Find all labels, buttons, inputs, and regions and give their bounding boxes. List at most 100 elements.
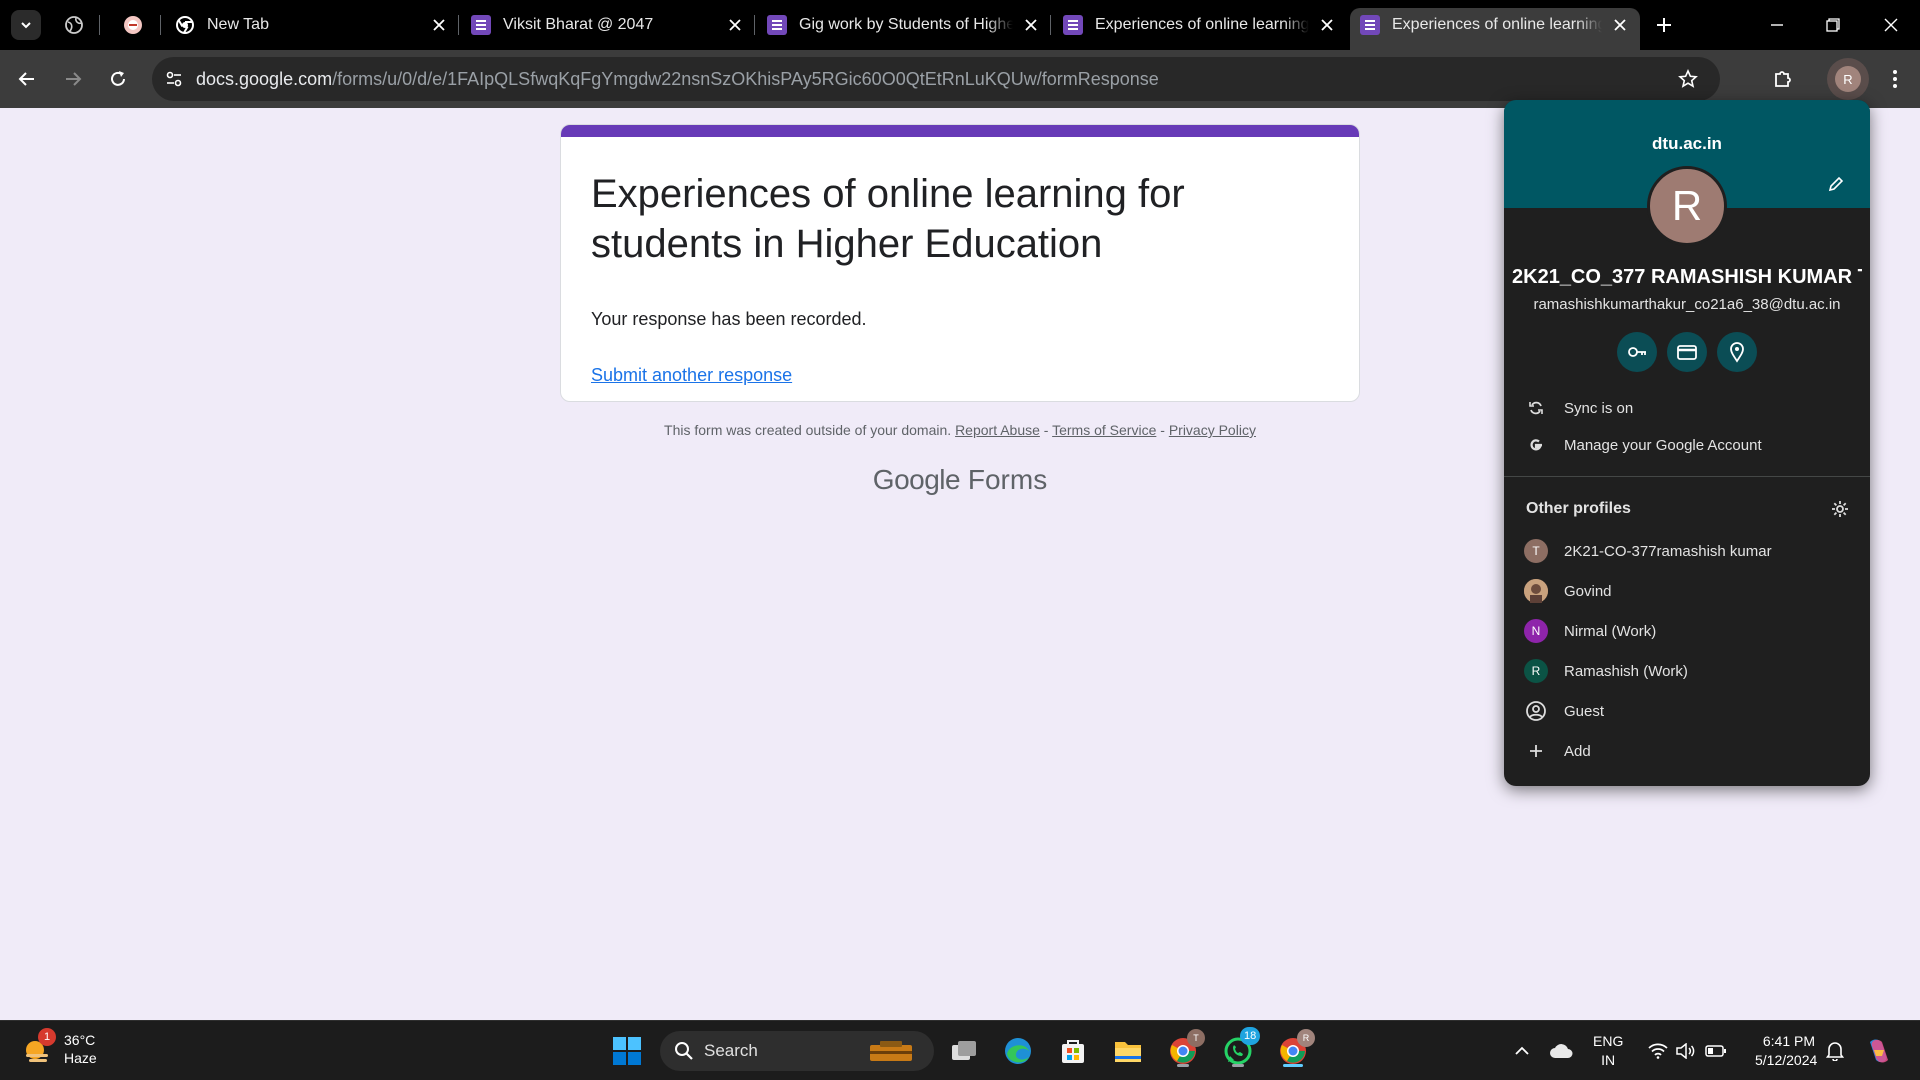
- bookmark-star-icon[interactable]: [1676, 67, 1700, 91]
- tab-gig-work[interactable]: Gig work by Students of Higher: [767, 8, 1041, 42]
- addresses-button[interactable]: [1717, 332, 1757, 372]
- tab-strip: New Tab Viksit Bharat @ 2047 Gig work by…: [0, 0, 1920, 50]
- google-forms-logo[interactable]: Google Forms: [560, 464, 1360, 496]
- guest-profile-item[interactable]: Guest: [1504, 693, 1870, 729]
- edge-icon: [1005, 1038, 1031, 1064]
- url-text[interactable]: docs.google.com/forms/u/0/d/e/1FAIpQLSfw…: [196, 69, 1159, 90]
- windows-logo-icon: [613, 1037, 641, 1065]
- profile-item[interactable]: N Nirmal (Work): [1504, 613, 1870, 649]
- plus-icon: [1657, 18, 1671, 32]
- close-icon[interactable]: [1021, 15, 1041, 35]
- close-icon[interactable]: [1317, 15, 1337, 35]
- add-profile-item[interactable]: Add: [1504, 733, 1870, 769]
- battery-button[interactable]: [1696, 1031, 1736, 1071]
- chrome-icon: [175, 15, 195, 35]
- weather-badge: 1: [38, 1028, 56, 1046]
- payment-methods-button[interactable]: [1667, 332, 1707, 372]
- wifi-icon: [1648, 1043, 1668, 1059]
- chrome-active-button[interactable]: R: [1273, 1029, 1315, 1071]
- profile-label: Nirmal (Work): [1564, 622, 1657, 640]
- tab-search-button[interactable]: [11, 10, 41, 40]
- running-indicator: [1177, 1064, 1189, 1067]
- tab-new-tab[interactable]: New Tab: [175, 8, 449, 42]
- weather-widget[interactable]: 1 36°C Haze: [20, 1028, 97, 1067]
- taskbar-search[interactable]: Search: [660, 1031, 934, 1071]
- globe-icon: [65, 16, 83, 34]
- credit-card-icon: [1677, 345, 1697, 360]
- sync-icon: [1526, 398, 1546, 418]
- profile-label: 2K21-CO-377ramashish kumar: [1564, 542, 1772, 560]
- new-tab-button[interactable]: [1651, 12, 1677, 38]
- task-view-button[interactable]: [944, 1031, 984, 1071]
- tab-experiences-1[interactable]: Experiences of online learning f: [1063, 8, 1337, 42]
- minimize-button[interactable]: [1764, 12, 1790, 38]
- profile-button[interactable]: R: [1827, 58, 1869, 100]
- clock-date: 5/12/2024: [1755, 1052, 1818, 1068]
- profile-item[interactable]: Govind: [1504, 573, 1870, 609]
- copilot-button[interactable]: [1859, 1031, 1899, 1071]
- avatar: R: [1297, 1029, 1315, 1047]
- whatsapp-badge: 18: [1240, 1027, 1261, 1045]
- start-button[interactable]: [607, 1031, 647, 1071]
- address-bar[interactable]: docs.google.com/forms/u/0/d/e/1FAIpQLSfw…: [152, 57, 1720, 101]
- running-indicator: [1232, 1064, 1244, 1067]
- google-wordmark: Google: [872, 464, 961, 495]
- tab-experiences-active[interactable]: Experiences of online learning f: [1350, 8, 1640, 50]
- forward-button[interactable]: [58, 64, 88, 94]
- edit-profile-button[interactable]: [1824, 172, 1848, 196]
- terms-of-service-link[interactable]: Terms of Service: [1052, 422, 1156, 438]
- sync-status-item[interactable]: Sync is on: [1504, 390, 1870, 426]
- input-language-indicator[interactable]: ENG IN: [1593, 1032, 1623, 1070]
- pinned-tab-globe[interactable]: [62, 13, 86, 37]
- profile-item[interactable]: T 2K21-CO-377ramashish kumar: [1504, 533, 1870, 569]
- clock[interactable]: 6:41 PM 5/12/2024: [1755, 1032, 1818, 1070]
- reload-button[interactable]: [103, 64, 133, 94]
- submit-another-response-link[interactable]: Submit another response: [591, 365, 792, 386]
- folder-icon: [1115, 1042, 1141, 1062]
- chrome-profile-t-button[interactable]: T: [1163, 1029, 1205, 1071]
- restore-button[interactable]: [1820, 12, 1846, 38]
- battery-icon: [1705, 1045, 1726, 1057]
- close-window-button[interactable]: [1878, 12, 1904, 38]
- notifications-button[interactable]: [1815, 1031, 1855, 1071]
- form-confirmation-card: Experiences of online learning for stude…: [560, 124, 1360, 402]
- pencil-icon: [1828, 176, 1844, 192]
- back-button[interactable]: [12, 64, 42, 94]
- site-info-icon[interactable]: [162, 67, 186, 91]
- extensions-button[interactable]: [1768, 64, 1798, 94]
- close-icon[interactable]: [429, 15, 449, 35]
- report-abuse-link[interactable]: Report Abuse: [955, 422, 1040, 438]
- copilot-icon: [1870, 1039, 1888, 1063]
- speaker-icon: [1676, 1043, 1695, 1059]
- edge-button[interactable]: [998, 1031, 1038, 1071]
- tab-viksit-bharat[interactable]: Viksit Bharat @ 2047: [471, 8, 745, 42]
- sync-label: Sync is on: [1564, 399, 1634, 417]
- file-explorer-button[interactable]: [1108, 1031, 1148, 1071]
- site-favicon-icon: [124, 16, 142, 34]
- close-icon[interactable]: [1610, 15, 1630, 35]
- manage-account-item[interactable]: Manage your Google Account: [1504, 427, 1870, 463]
- show-hidden-icons-button[interactable]: [1502, 1031, 1542, 1071]
- profile-label: Guest: [1564, 702, 1605, 720]
- task-view-icon: [952, 1041, 976, 1060]
- privacy-policy-link[interactable]: Privacy Policy: [1169, 422, 1256, 438]
- profile-item[interactable]: R Ramashish (Work): [1504, 653, 1870, 689]
- close-icon[interactable]: [725, 15, 745, 35]
- manage-account-label: Manage your Google Account: [1564, 436, 1762, 454]
- form-footer-note: This form was created outside of your do…: [560, 422, 1360, 438]
- pinned-tab-site[interactable]: [121, 13, 145, 37]
- plus-icon: [1524, 739, 1548, 763]
- passwords-button[interactable]: [1617, 332, 1657, 372]
- key-icon: [1628, 347, 1646, 357]
- onedrive-button[interactable]: [1541, 1031, 1581, 1071]
- store-icon: [1062, 1040, 1084, 1063]
- search-label: Search: [704, 1041, 758, 1060]
- forms-wordmark: Forms: [967, 464, 1048, 495]
- manage-profiles-button[interactable]: [1829, 498, 1851, 520]
- store-button[interactable]: [1053, 1031, 1093, 1071]
- weather-sun-icon: 1: [20, 1028, 56, 1066]
- chrome-menu-button[interactable]: [1880, 64, 1910, 94]
- quick-actions: [1617, 332, 1757, 372]
- whatsapp-button[interactable]: 18: [1218, 1027, 1261, 1071]
- puzzle-icon: [1775, 71, 1791, 87]
